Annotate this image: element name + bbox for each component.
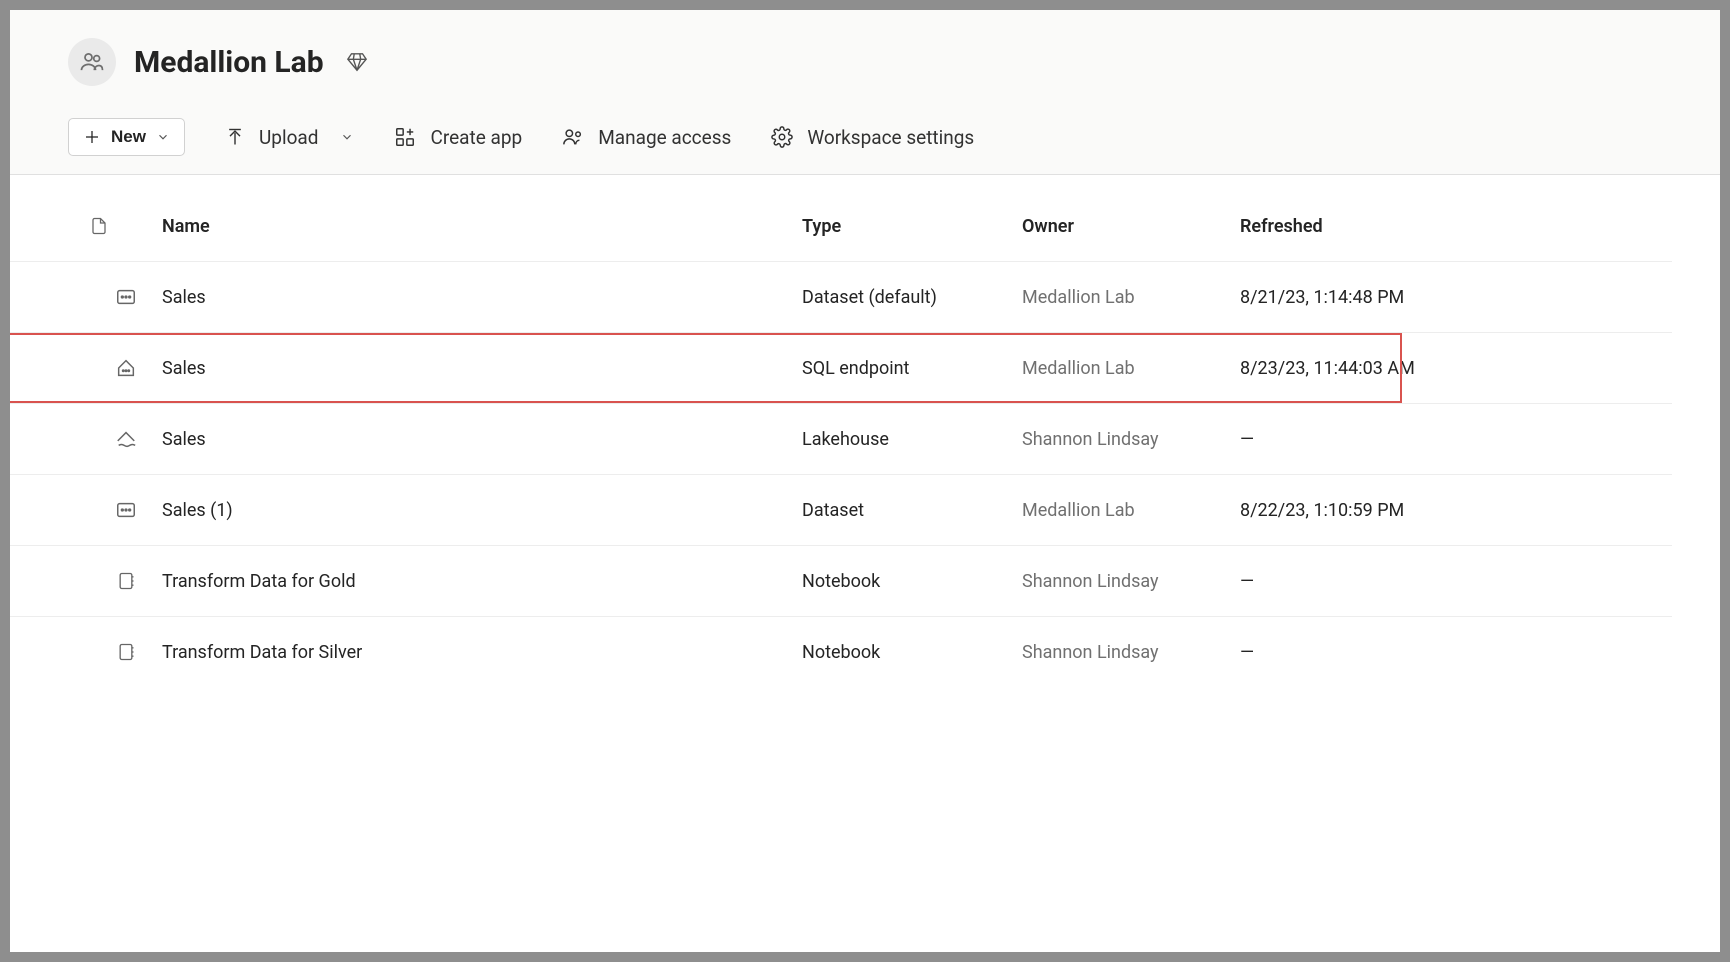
new-button[interactable]: New [68, 118, 185, 156]
notebook-icon [90, 570, 162, 592]
upload-label: Upload [259, 126, 319, 149]
manage-access-icon [562, 126, 584, 148]
new-button-label: New [111, 127, 146, 147]
workspace-settings-button[interactable]: Workspace settings [771, 126, 974, 149]
diamond-icon [346, 51, 368, 73]
item-owner: Medallion Lab [1022, 500, 1240, 521]
item-type: Notebook [802, 642, 1022, 663]
upload-icon [225, 127, 245, 147]
item-refreshed: 8/23/23, 11:44:03 AM [1240, 358, 1672, 379]
table-row[interactable]: Transform Data for GoldNotebookShannon L… [10, 545, 1672, 616]
table-row[interactable]: SalesSQL endpointMedallion Lab8/23/23, 1… [10, 332, 1672, 403]
table-header: Name Type Owner Refreshed [10, 215, 1672, 261]
item-refreshed: — [1240, 642, 1672, 663]
title-row: Medallion Lab [68, 38, 1662, 86]
item-type: Dataset [802, 500, 1022, 521]
toolbar: New Upload [68, 118, 1662, 174]
upload-button[interactable]: Upload [225, 126, 355, 149]
item-refreshed: 8/21/23, 1:14:48 PM [1240, 287, 1672, 308]
workspace-title-container: Medallion Lab [134, 45, 368, 80]
manage-access-label: Manage access [598, 126, 731, 149]
item-name[interactable]: Sales (1) [162, 500, 802, 521]
workspace-avatar [68, 38, 116, 86]
workspace-title: Medallion Lab [134, 45, 324, 80]
item-type: Dataset (default) [802, 287, 1022, 308]
item-owner: Shannon Lindsay [1022, 429, 1240, 450]
dataset-icon [90, 499, 162, 521]
sql-endpoint-icon [90, 357, 162, 379]
rows-container: SalesDataset (default)Medallion Lab8/21/… [10, 261, 1720, 687]
column-refreshed[interactable]: Refreshed [1240, 216, 1672, 237]
item-name[interactable]: Sales [162, 287, 802, 308]
item-refreshed: — [1240, 571, 1672, 592]
item-refreshed: — [1240, 429, 1672, 450]
column-owner[interactable]: Owner [1022, 216, 1240, 237]
item-owner: Shannon Lindsay [1022, 642, 1240, 663]
workspace-settings-label: Workspace settings [807, 126, 974, 149]
item-name[interactable]: Transform Data for Gold [162, 571, 802, 592]
item-name[interactable]: Transform Data for Silver [162, 642, 802, 663]
workspace-header: Medallion Lab [10, 10, 1720, 174]
create-app-label: Create app [430, 126, 522, 149]
item-type: Notebook [802, 571, 1022, 592]
item-name[interactable]: Sales [162, 429, 802, 450]
table-row[interactable]: SalesDataset (default)Medallion Lab8/21/… [10, 261, 1672, 332]
table-row[interactable]: Transform Data for SilverNotebookShannon… [10, 616, 1672, 687]
chevron-down-icon [340, 130, 354, 144]
workspace-window: Medallion Lab [10, 10, 1720, 952]
item-name[interactable]: Sales [162, 358, 802, 379]
chevron-down-icon [156, 130, 170, 144]
item-owner: Shannon Lindsay [1022, 571, 1240, 592]
content-area: Name Type Owner Refreshed SalesDataset (… [10, 175, 1720, 952]
plus-icon [83, 128, 101, 146]
item-refreshed: 8/22/23, 1:10:59 PM [1240, 500, 1672, 521]
item-owner: Medallion Lab [1022, 287, 1240, 308]
table-row[interactable]: Sales (1)DatasetMedallion Lab8/22/23, 1:… [10, 474, 1672, 545]
item-type: Lakehouse [802, 429, 1022, 450]
notebook-icon [90, 641, 162, 663]
manage-access-button[interactable]: Manage access [562, 126, 731, 149]
item-type: SQL endpoint [802, 358, 1022, 379]
type-column-icon[interactable] [90, 215, 162, 237]
create-app-button[interactable]: Create app [394, 126, 522, 149]
gear-icon [771, 126, 793, 148]
dataset-icon [90, 286, 162, 308]
lakehouse-icon [90, 428, 162, 450]
table-row[interactable]: SalesLakehouseShannon Lindsay— [10, 403, 1672, 474]
item-owner: Medallion Lab [1022, 358, 1240, 379]
people-icon [78, 48, 106, 76]
column-type[interactable]: Type [802, 216, 1022, 237]
column-name[interactable]: Name [162, 216, 802, 237]
create-app-icon [394, 126, 416, 148]
